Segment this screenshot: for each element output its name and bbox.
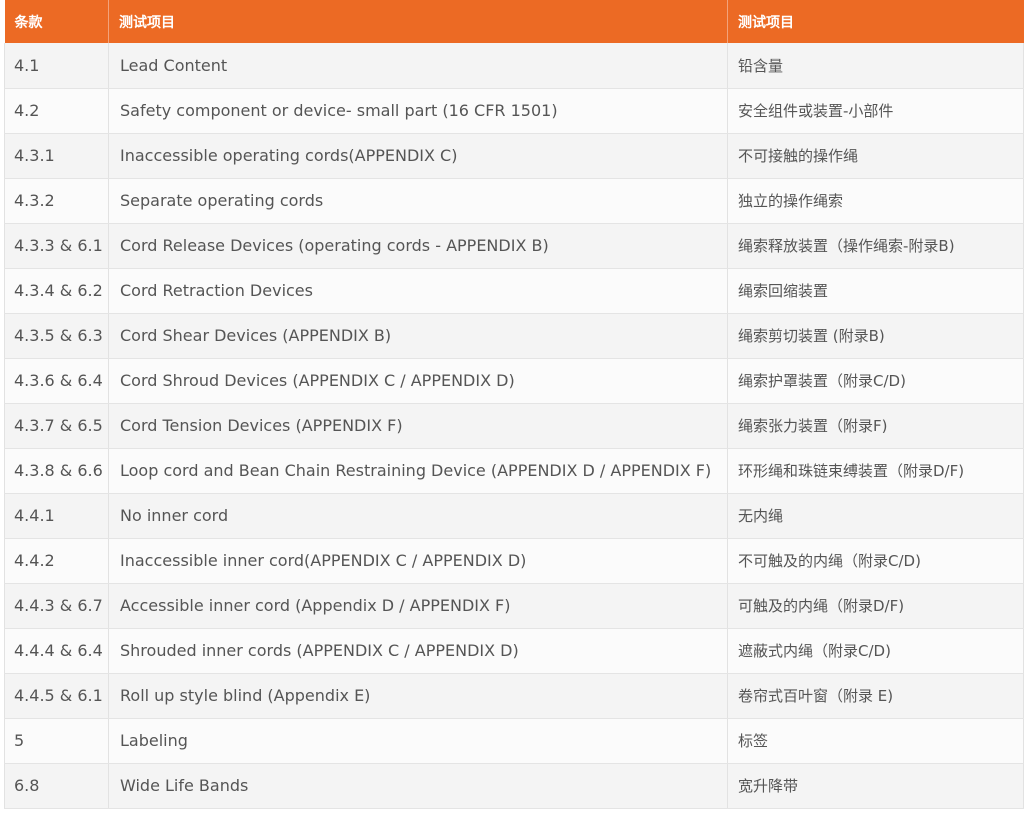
cell-clause: 4.1	[4, 43, 109, 89]
cell-test-item-en: No inner cord	[108, 493, 728, 539]
table-row: 4.4.4 & 6.4 Shrouded inner cords (APPENDI…	[4, 628, 1024, 674]
cell-test-item-en: Cord Tension Devices (APPENDIX F)	[108, 403, 728, 449]
cell-test-item-cn: 绳索回缩装置	[727, 268, 1024, 314]
cell-test-item-en: Roll up style blind (Appendix E)	[108, 673, 728, 719]
test-items-table: 条款 测试项目 测试项目 4.1 Lead Content 铅含量 4.2 Safety…	[4, 0, 1024, 809]
cell-clause: 4.4.3 & 6.7	[4, 583, 109, 629]
cell-test-item-cn: 不可触及的内绳（附录C/D)	[727, 538, 1024, 584]
cell-test-item-cn: 无内绳	[727, 493, 1024, 539]
cell-test-item-en: Lead Content	[108, 43, 728, 89]
header-test-item-en: 测试项目	[108, 0, 728, 43]
cell-test-item-cn: 可触及的内绳（附录D/F)	[727, 583, 1024, 629]
cell-test-item-cn: 绳索剪切装置 (附录B)	[727, 313, 1024, 359]
cell-clause: 4.4.2	[4, 538, 109, 584]
table-row: 4.3.6 & 6.4 Cord Shroud Devices (APPENDIX…	[4, 358, 1024, 404]
table-row: 5 Labeling 标签	[4, 718, 1024, 764]
cell-test-item-en: Cord Shroud Devices (APPENDIX C / APPEND…	[108, 358, 728, 404]
cell-test-item-cn: 环形绳和珠链束缚装置（附录D/F)	[727, 448, 1024, 494]
cell-test-item-en: Safety component or device- small part (…	[108, 88, 728, 134]
cell-clause: 4.3.8 & 6.6	[4, 448, 109, 494]
cell-clause: 4.3.1	[4, 133, 109, 179]
table-row: 4.3.8 & 6.6 Loop cord and Bean Chain Rest…	[4, 448, 1024, 494]
cell-test-item-cn: 铅含量	[727, 43, 1024, 89]
table-body: 4.1 Lead Content 铅含量 4.2 Safety component or…	[4, 43, 1024, 809]
cell-clause: 4.3.7 & 6.5	[4, 403, 109, 449]
cell-test-item-en: Cord Retraction Devices	[108, 268, 728, 314]
cell-test-item-cn: 独立的操作绳索	[727, 178, 1024, 224]
table-row: 4.3.3 & 6.1 Cord Release Devices (operati…	[4, 223, 1024, 269]
header-row: 条款 测试项目 测试项目	[4, 0, 1024, 43]
table-row: 4.4.2 Inaccessible inner cord(APPENDIX C …	[4, 538, 1024, 584]
cell-test-item-cn: 标签	[727, 718, 1024, 764]
table-row: 4.3.2 Separate operating cords 独立的操作绳索	[4, 178, 1024, 224]
table-header: 条款 测试项目 测试项目	[4, 0, 1024, 43]
cell-test-item-en: Separate operating cords	[108, 178, 728, 224]
cell-clause: 4.4.5 & 6.1	[4, 673, 109, 719]
cell-test-item-cn: 不可接触的操作绳	[727, 133, 1024, 179]
cell-test-item-cn: 安全组件或装置-小部件	[727, 88, 1024, 134]
cell-test-item-en: Cord Shear Devices (APPENDIX B)	[108, 313, 728, 359]
cell-test-item-cn: 绳索释放装置（操作绳索-附录B)	[727, 223, 1024, 269]
cell-clause: 4.3.3 & 6.1	[4, 223, 109, 269]
cell-clause: 4.2	[4, 88, 109, 134]
cell-test-item-en: Wide Life Bands	[108, 763, 728, 809]
cell-test-item-en: Labeling	[108, 718, 728, 764]
table-row: 6.8 Wide Life Bands 宽升降带	[4, 763, 1024, 809]
table-row: 4.3.4 & 6.2 Cord Retraction Devices 绳索回缩装置	[4, 268, 1024, 314]
cell-clause: 4.3.2	[4, 178, 109, 224]
header-test-item-cn: 测试项目	[727, 0, 1024, 43]
table-row: 4.2 Safety component or device- small par…	[4, 88, 1024, 134]
cell-clause: 6.8	[4, 763, 109, 809]
table-row: 4.3.1 Inaccessible operating cords(APPEND…	[4, 133, 1024, 179]
cell-test-item-cn: 绳索张力装置（附录F)	[727, 403, 1024, 449]
table-row: 4.4.5 & 6.1 Roll up style blind (Appendix…	[4, 673, 1024, 719]
cell-test-item-en: Cord Release Devices (operating cords - …	[108, 223, 728, 269]
cell-clause: 4.4.4 & 6.4	[4, 628, 109, 674]
header-clause: 条款	[14, 14, 43, 31]
cell-test-item-cn: 宽升降带	[727, 763, 1024, 809]
table-row: 4.4.1 No inner cord 无内绳	[4, 493, 1024, 539]
cell-clause: 4.3.6 & 6.4	[4, 358, 109, 404]
cell-clause: 4.4.1	[4, 493, 109, 539]
cell-test-item-en: Inaccessible inner cord(APPENDIX C / APP…	[108, 538, 728, 584]
cell-clause: 5	[4, 718, 109, 764]
test-items-table-container: 条款 测试项目 测试项目 4.1 Lead Content 铅含量 4.2 Safety…	[4, 0, 1024, 810]
cell-clause: 4.3.4 & 6.2	[4, 268, 109, 314]
cell-test-item-en: Inaccessible operating cords(APPENDIX C)	[108, 133, 728, 179]
table-row: 4.3.5 & 6.3 Cord Shear Devices (APPENDIX …	[4, 313, 1024, 359]
cell-test-item-cn: 绳索护罩装置（附录C/D)	[727, 358, 1024, 404]
cell-test-item-cn: 遮蔽式内绳（附录C/D)	[727, 628, 1024, 674]
cell-test-item-cn: 卷帘式百叶窗（附录 E)	[727, 673, 1024, 719]
cell-test-item-en: Accessible inner cord (Appendix D / APPE…	[108, 583, 728, 629]
table-row: 4.3.7 & 6.5 Cord Tension Devices (APPENDI…	[4, 403, 1024, 449]
table-row: 4.4.3 & 6.7 Accessible inner cord (Append…	[4, 583, 1024, 629]
table-row: 4.1 Lead Content 铅含量	[4, 43, 1024, 89]
cell-test-item-en: Loop cord and Bean Chain Restraining Dev…	[108, 448, 728, 494]
cell-test-item-en: Shrouded inner cords (APPENDIX C / APPEN…	[108, 628, 728, 674]
cell-clause: 4.3.5 & 6.3	[4, 313, 109, 359]
